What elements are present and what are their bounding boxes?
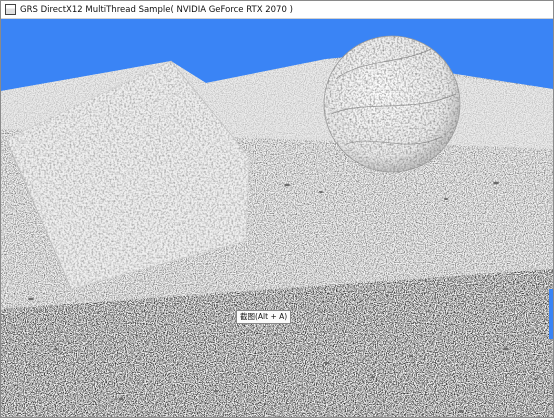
screenshot-tooltip: 截图(Alt + A) <box>236 310 292 324</box>
window-title: GRS DirectX12 MultiThread Sample( NVIDIA… <box>20 4 293 15</box>
viewport-edge-strip <box>549 289 553 339</box>
title-bar[interactable]: GRS DirectX12 MultiThread Sample( NVIDIA… <box>1 1 553 19</box>
rendered-scene <box>1 35 553 417</box>
render-viewport[interactable]: 截图(Alt + A) <box>1 19 553 417</box>
app-window: GRS DirectX12 MultiThread Sample( NVIDIA… <box>0 0 554 418</box>
app-window-icon <box>5 4 16 15</box>
